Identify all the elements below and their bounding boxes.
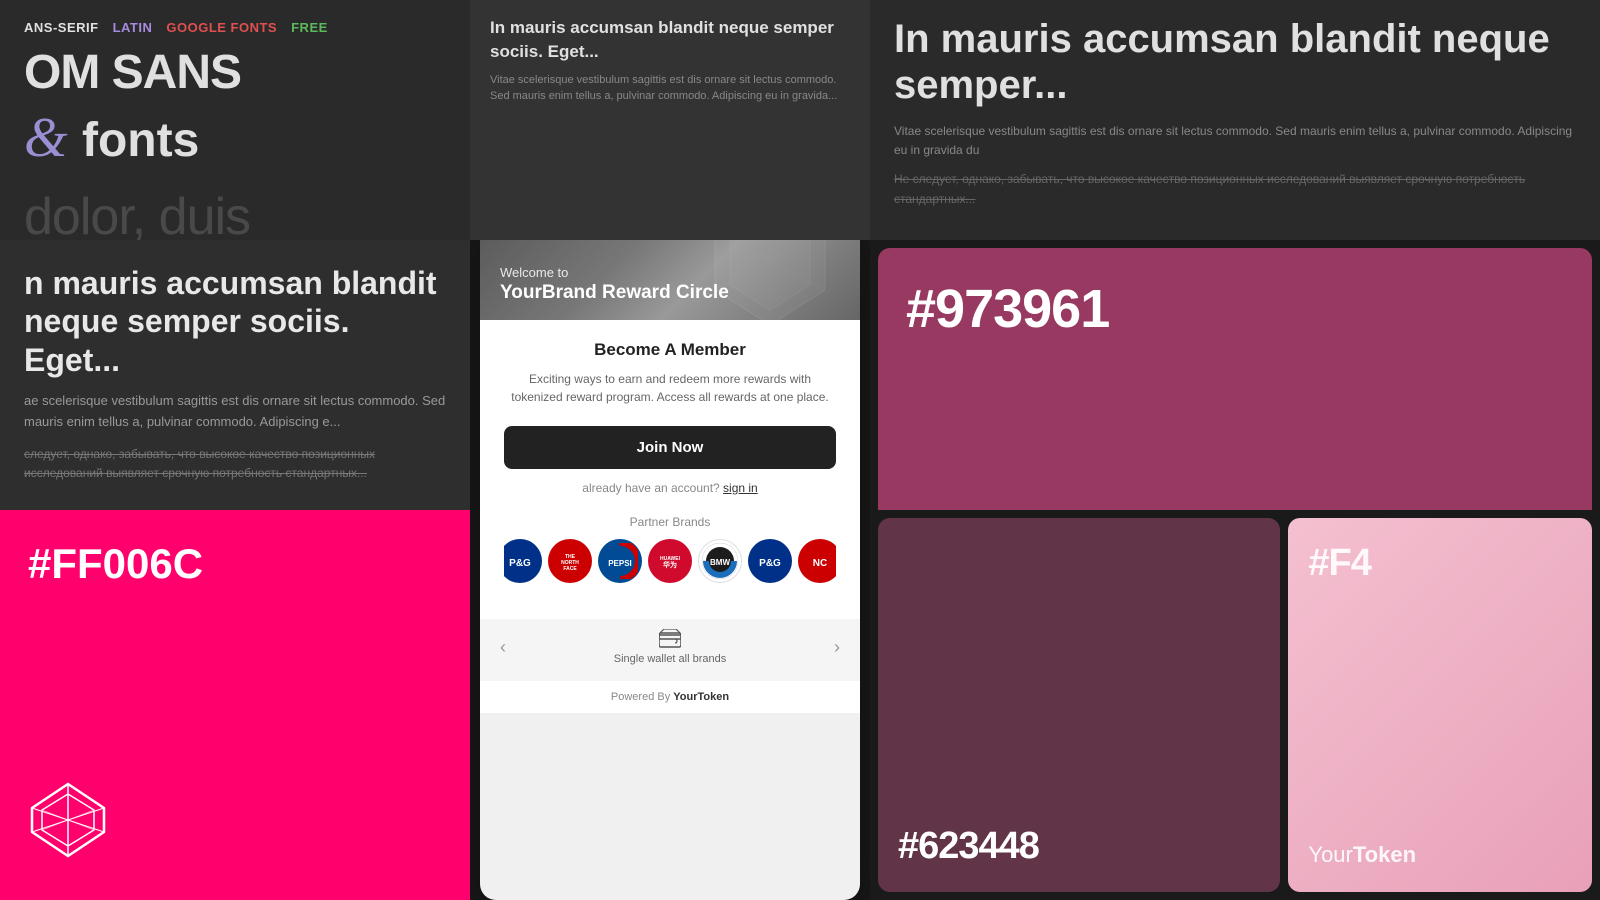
left-mid-body: ae scelerisque vestibulum sagittis est d… xyxy=(24,391,446,433)
become-member-heading: Become A Member xyxy=(504,340,836,360)
svg-text:&: & xyxy=(24,107,68,164)
fonts-label: fonts xyxy=(82,113,199,168)
member-description: Exciting ways to earn and redeem more re… xyxy=(504,370,836,406)
powered-by-brand: YourToken xyxy=(673,691,729,703)
right-top-card: In mauris accumsan blandit neque semper.… xyxy=(870,0,1600,240)
svg-text:P&G: P&G xyxy=(509,558,531,569)
brand-the-north-face: THE NORTH FACE xyxy=(548,539,592,583)
brand-pepsi: PEPSI xyxy=(598,539,642,583)
svg-text:P&G: P&G xyxy=(759,558,781,569)
left-mid-strikethrough: следует, однако, забывать, что высокое к… xyxy=(24,445,446,483)
yourtoken-regular: Your xyxy=(1308,842,1352,867)
svg-text:华为: 华为 xyxy=(663,560,677,569)
color-623448-card: #623448 xyxy=(878,518,1280,892)
ampersand-symbol: & xyxy=(24,104,74,177)
color-973961-card: #973961 xyxy=(878,248,1592,510)
right-bottom-cards: #623448 #F4 YourToken xyxy=(870,510,1600,900)
sign-in-link[interactable]: sign in xyxy=(723,481,758,495)
partner-brands-label: Partner Brands xyxy=(504,515,836,529)
diamond-bg-icon xyxy=(710,240,830,320)
powered-by: Powered By YourToken xyxy=(480,681,860,713)
tag-free: FREE xyxy=(291,20,328,35)
tag-latin: LATIN xyxy=(113,20,153,35)
reward-card-body: Become A Member Exciting ways to earn an… xyxy=(480,320,860,619)
font-preview-card: ANS-SERIF LATIN GOOGLE FONTS FREE OM SAN… xyxy=(0,0,470,240)
brand-nc: NC xyxy=(798,539,836,583)
svg-text:PEPSI: PEPSI xyxy=(608,559,632,568)
svg-text:BMW: BMW xyxy=(710,558,730,567)
sign-in-row: already have an account? sign in xyxy=(504,481,836,495)
diamond-logo-icon xyxy=(28,780,108,860)
tag-sans-serif: ANS-SERIF xyxy=(24,20,99,35)
svg-text:FACE: FACE xyxy=(563,566,577,572)
wallet-info: Single wallet all brands xyxy=(614,629,727,665)
brand-pg: P&G xyxy=(504,539,542,583)
wallet-icon xyxy=(659,629,681,649)
prev-arrow[interactable]: ‹ xyxy=(500,637,506,658)
reward-card-header: Welcome to YourBrand Reward Circle xyxy=(480,240,860,320)
yourtoken-bold: Token xyxy=(1353,842,1416,867)
left-mid-heading: n mauris accumsan blandit neque semper s… xyxy=(24,264,446,379)
hex-color-f4: #F4 xyxy=(1308,542,1572,585)
right-heading: In mauris accumsan blandit neque semper.… xyxy=(894,16,1576,108)
center-card-heading: In mauris accumsan blandit neque semper … xyxy=(490,16,850,64)
reward-card: Welcome to YourBrand Reward Circle Becom… xyxy=(480,240,860,900)
brand-huawei: HUAWEI 华为 xyxy=(648,539,692,583)
center-card-subtext: Vitae scelerisque vestibulum sagittis es… xyxy=(490,72,850,105)
tag-google: GOOGLE FONTS xyxy=(166,20,277,35)
reward-card-container: Welcome to YourBrand Reward Circle Becom… xyxy=(470,240,870,900)
center-top-card: In mauris accumsan blandit neque semper … xyxy=(470,0,870,240)
right-body-text: Vitae scelerisque vestibulum sagittis es… xyxy=(894,122,1576,160)
reward-card-footer: ‹ Single wallet all brands › xyxy=(480,619,860,681)
yourtoken-label: YourToken xyxy=(1308,842,1572,868)
brand-bmw: BMW xyxy=(698,539,742,583)
font-name: OM SANS xyxy=(24,45,446,100)
right-strikethrough-text: Не следует, однако, забывать, что высоко… xyxy=(894,170,1576,208)
join-now-button[interactable]: Join Now xyxy=(504,426,836,469)
color-word-display: dolor, duis aliquet... xyxy=(24,187,446,240)
svg-text:NC: NC xyxy=(813,558,827,569)
tags-row: ANS-SERIF LATIN GOOGLE FONTS FREE xyxy=(24,20,446,35)
brand-pg2: P&G xyxy=(748,539,792,583)
wallet-row: ‹ Single wallet all brands › xyxy=(500,629,840,665)
sign-in-prompt: already have an account? xyxy=(582,481,719,495)
hex-color-973961: #973961 xyxy=(906,278,1564,340)
color-f4-card: #F4 YourToken xyxy=(1288,518,1592,892)
color-ff006c-card: #FF006C xyxy=(0,510,470,900)
brands-row: P&G THE NORTH FACE xyxy=(504,539,836,583)
powered-by-pre: Powered By xyxy=(611,691,673,703)
next-arrow[interactable]: › xyxy=(834,637,840,658)
hex-color-623448: #623448 xyxy=(898,825,1260,868)
hex-color-ff006c: #FF006C xyxy=(28,540,442,588)
font-subtitle: & fonts xyxy=(24,104,446,177)
left-mid-card: n mauris accumsan blandit neque semper s… xyxy=(0,240,470,510)
wallet-text: Single wallet all brands xyxy=(614,653,727,665)
